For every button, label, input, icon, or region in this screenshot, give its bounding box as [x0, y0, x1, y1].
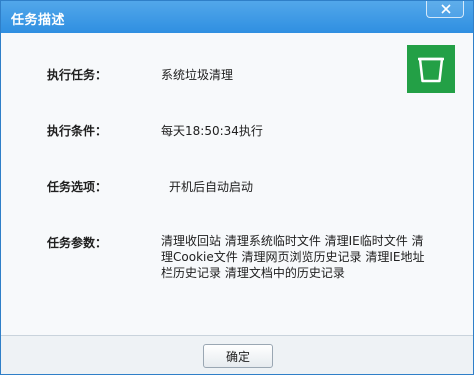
- task-params-label: 任务参数：: [47, 236, 108, 250]
- task-options-value: 开机后自动启动: [169, 180, 254, 194]
- dialog-content: 执行任务： 系统垃圾清理 执行条件： 每天18:50:34执行 任务选项： 开机…: [1, 33, 473, 335]
- task-params-value: 清理收回站 清理系统临时文件 清理IE临时文件 清理Cookie文件 清理网页浏…: [161, 234, 425, 280]
- task-options-label: 任务选项：: [47, 180, 108, 194]
- execute-condition-label: 执行条件：: [47, 124, 108, 138]
- ok-button[interactable]: 确定: [203, 344, 273, 368]
- title-bar: 任务描述: [1, 1, 473, 33]
- execute-task-label: 执行任务：: [47, 68, 108, 82]
- dialog-title: 任务描述: [11, 13, 66, 28]
- close-icon: [441, 4, 451, 14]
- execute-condition-value: 每天18:50:34执行: [161, 124, 263, 138]
- trash-bin-icon: [407, 45, 455, 93]
- task-description-dialog: 任务描述 执行任务： 系统垃圾清理 执行条件： 每天18:50:34执行 任务选…: [0, 0, 474, 375]
- close-button[interactable]: [426, 1, 464, 18]
- execute-task-value: 系统垃圾清理: [161, 68, 234, 82]
- dialog-footer: 确定: [1, 335, 473, 374]
